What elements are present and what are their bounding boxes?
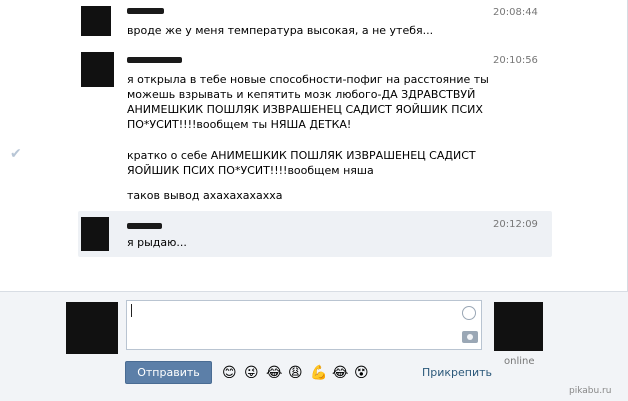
my-avatar[interactable] bbox=[66, 302, 118, 354]
camera-icon[interactable] bbox=[462, 331, 478, 343]
send-button[interactable]: Отправить bbox=[125, 361, 212, 384]
message-input[interactable] bbox=[126, 300, 482, 350]
emoji-weary-icon[interactable]: 😩 bbox=[288, 365, 303, 381]
avatar[interactable] bbox=[81, 6, 111, 36]
online-status: online bbox=[504, 356, 535, 367]
attach-link[interactable]: Прикрепить bbox=[422, 366, 492, 379]
message-text: вроде же у меня температура высокая, а н… bbox=[127, 24, 434, 37]
emoji-smile-icon[interactable]: 😊 bbox=[222, 365, 237, 381]
message-paragraph: я открыла в тебе новые способности-пофиг… bbox=[127, 73, 489, 131]
smile-icon[interactable] bbox=[462, 306, 476, 320]
message-paragraph: таков вывод ахахахахахха bbox=[127, 189, 283, 202]
avatar[interactable] bbox=[81, 217, 109, 251]
watermark: pikabu.ru bbox=[569, 386, 612, 396]
sender-name-redacted[interactable] bbox=[127, 8, 164, 14]
emoji-laugh-icon[interactable]: 😂 bbox=[266, 365, 282, 381]
message-highlight bbox=[78, 211, 552, 257]
contact-avatar[interactable] bbox=[494, 302, 543, 351]
emoji-dizzy-icon[interactable]: 😵 bbox=[354, 365, 369, 381]
read-checkmark-icon: ✔ bbox=[10, 146, 22, 162]
message-time: 20:08:44 bbox=[493, 7, 538, 18]
message-text: я рыдаю... bbox=[127, 236, 187, 249]
text-caret bbox=[131, 304, 132, 317]
avatar[interactable] bbox=[81, 52, 114, 87]
emoji-wink-icon[interactable]: 😜 bbox=[244, 365, 259, 381]
emoji-muscle-icon[interactable]: 💪 bbox=[310, 365, 327, 381]
message-time: 20:10:56 bbox=[493, 55, 538, 66]
message-paragraph: кратко о себе АНИМЕШКИК ПОШЛЯК ИЗВРАШЕНЕ… bbox=[127, 149, 476, 177]
sender-name-redacted[interactable] bbox=[127, 223, 162, 229]
message-time: 20:12:09 bbox=[493, 219, 538, 230]
emoji-tears-icon[interactable]: 😂 bbox=[332, 365, 348, 381]
sender-name-redacted[interactable] bbox=[127, 57, 182, 63]
